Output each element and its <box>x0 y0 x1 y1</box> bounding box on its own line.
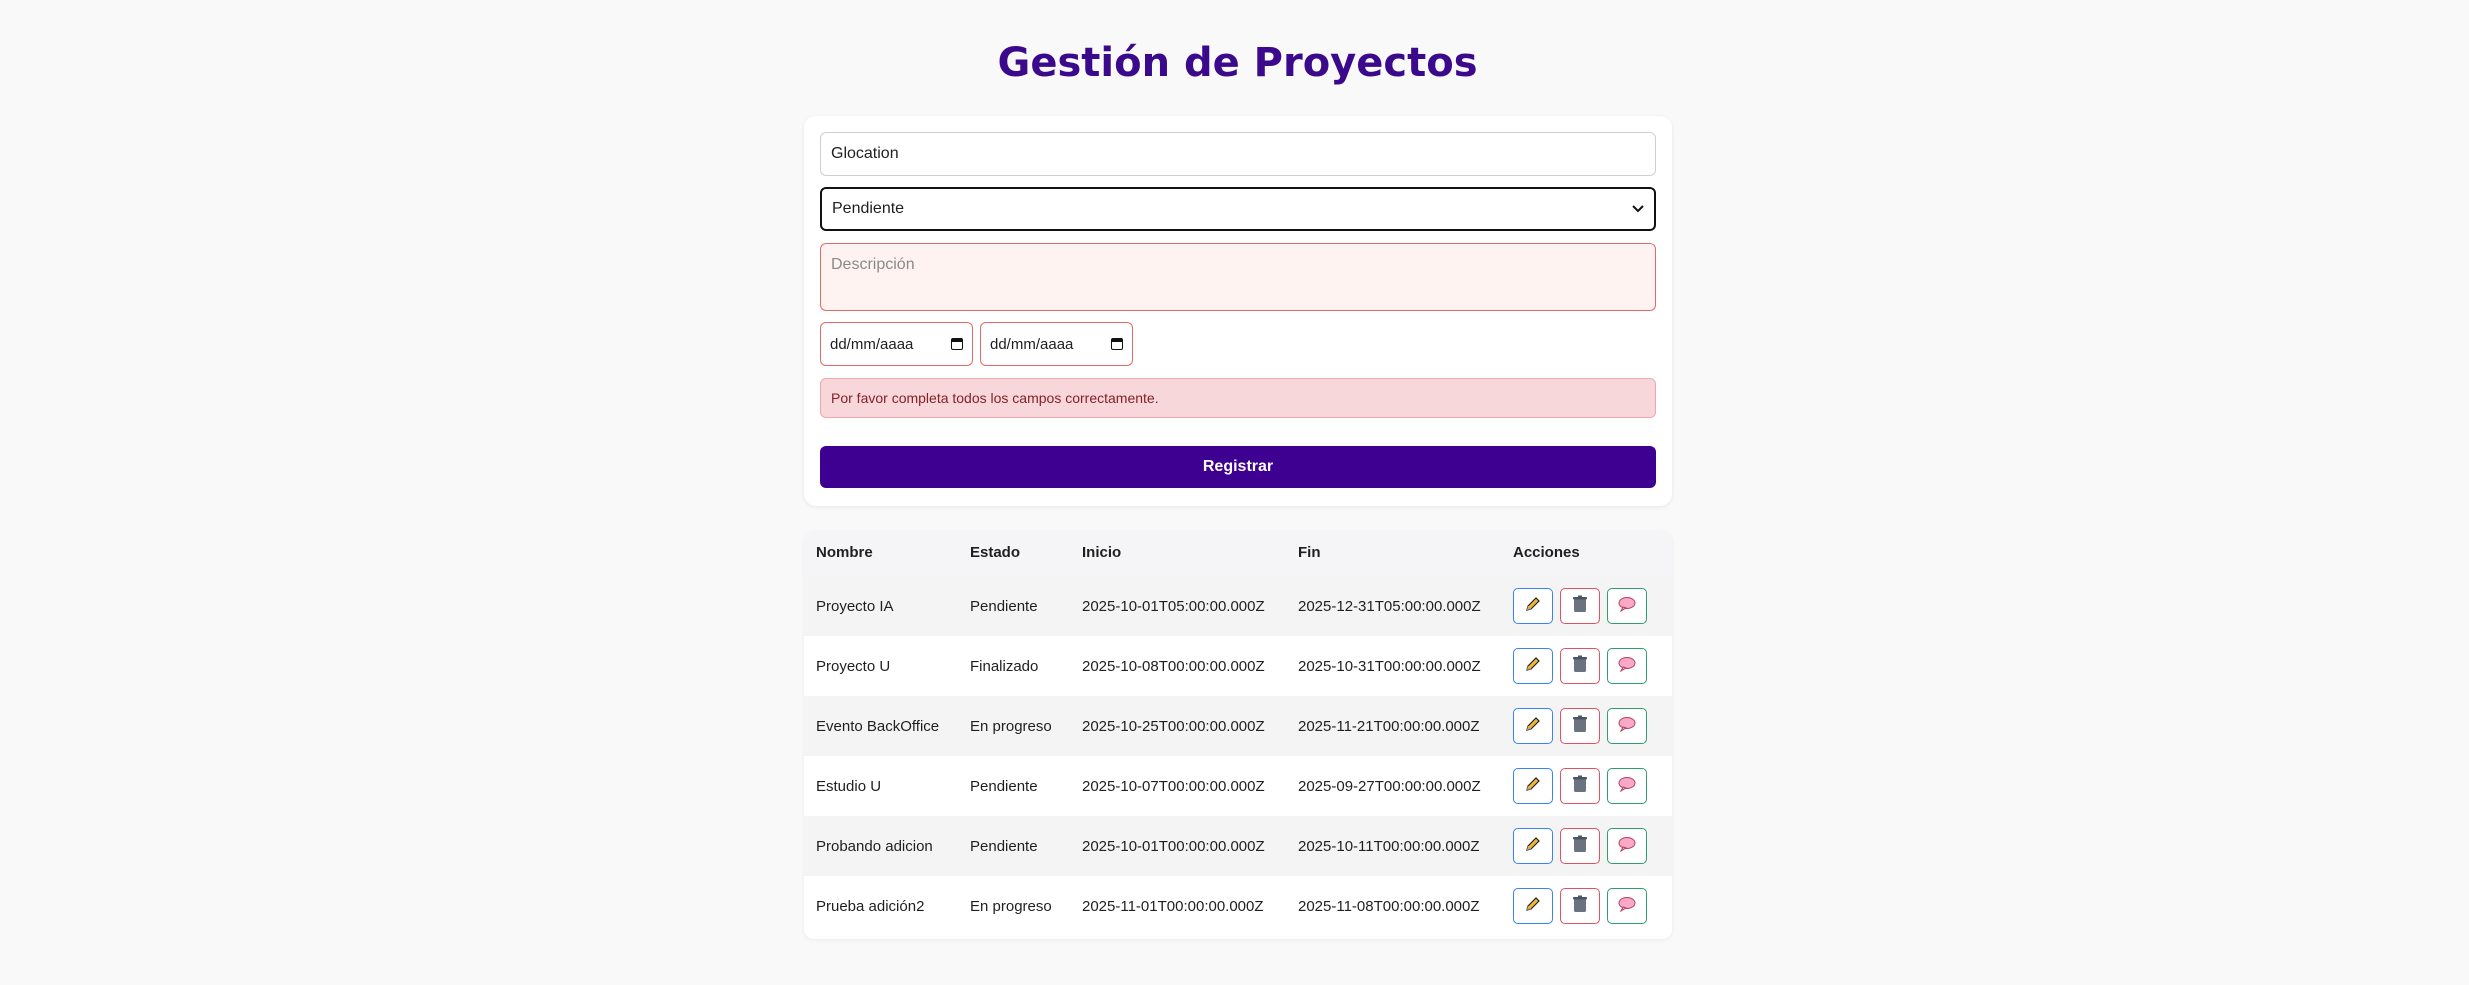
comment-button[interactable] <box>1607 708 1647 744</box>
comment-button[interactable] <box>1607 648 1647 684</box>
description-field[interactable]: Descripción <box>820 243 1656 311</box>
project-form: Pendiente Descripción dd/mm/aaaa dd/mm/a… <box>804 116 1672 506</box>
speech-bubble-icon <box>1618 896 1636 916</box>
trash-icon <box>1572 895 1588 917</box>
pencil-icon <box>1524 835 1542 857</box>
speech-bubble-icon <box>1618 776 1636 796</box>
table-row: Estudio U Pendiente 2025-10-07T00:00:00.… <box>804 756 1672 816</box>
table-row: Evento BackOffice En progreso 2025-10-25… <box>804 696 1672 756</box>
cell-start: 2025-10-01T05:00:00.000Z <box>1082 597 1265 615</box>
delete-button[interactable] <box>1560 648 1600 684</box>
cell-end: 2025-10-31T00:00:00.000Z <box>1298 657 1481 675</box>
column-header-end: Fin <box>1298 544 1321 561</box>
edit-button[interactable] <box>1513 768 1553 804</box>
cell-end: 2025-09-27T00:00:00.000Z <box>1298 777 1481 795</box>
speech-bubble-icon <box>1618 656 1636 676</box>
cell-start: 2025-10-01T00:00:00.000Z <box>1082 837 1265 855</box>
cell-actions <box>1513 708 1647 744</box>
projects-table: Nombre Estado Inicio Fin Acciones Proyec… <box>804 531 1672 939</box>
cell-name: Estudio U <box>816 777 882 795</box>
cell-start: 2025-10-07T00:00:00.000Z <box>1082 777 1265 795</box>
error-message: Por favor completa todos los campos corr… <box>820 378 1656 418</box>
comment-button[interactable] <box>1607 828 1647 864</box>
status-select[interactable]: Pendiente <box>820 187 1656 231</box>
trash-icon <box>1572 655 1588 677</box>
cell-status: Finalizado <box>970 657 1039 675</box>
project-name-input[interactable] <box>820 132 1656 176</box>
pencil-icon <box>1524 895 1542 917</box>
start-date-placeholder: dd/mm/aaaa <box>830 335 914 353</box>
cell-actions <box>1513 648 1647 684</box>
trash-icon <box>1572 835 1588 857</box>
delete-button[interactable] <box>1560 768 1600 804</box>
cell-start: 2025-10-25T00:00:00.000Z <box>1082 717 1265 735</box>
column-header-actions: Acciones <box>1513 544 1580 561</box>
comment-button[interactable] <box>1607 888 1647 924</box>
column-header-status: Estado <box>970 544 1021 561</box>
table-row: Proyecto IA Pendiente 2025-10-01T05:00:0… <box>804 576 1672 636</box>
status-select-value: Pendiente <box>832 200 905 217</box>
delete-button[interactable] <box>1560 708 1600 744</box>
cell-actions <box>1513 828 1647 864</box>
register-button[interactable]: Registrar <box>820 446 1656 488</box>
cell-name: Proyecto IA <box>816 597 894 615</box>
chevron-down-icon <box>1632 202 1644 216</box>
cell-actions <box>1513 588 1647 624</box>
delete-button[interactable] <box>1560 888 1600 924</box>
column-header-name: Nombre <box>816 544 873 561</box>
speech-bubble-icon <box>1618 836 1636 856</box>
cell-status: En progreso <box>970 717 1052 735</box>
speech-bubble-icon <box>1618 716 1636 736</box>
end-date-field[interactable]: dd/mm/aaaa <box>980 322 1133 366</box>
trash-icon <box>1572 715 1588 737</box>
page: Gestión de Proyectos Pendiente Descripci… <box>0 0 2469 985</box>
cell-name: Evento BackOffice <box>816 717 940 735</box>
pencil-icon <box>1524 775 1542 797</box>
cell-end: 2025-10-11T00:00:00.000Z <box>1298 837 1480 855</box>
edit-button[interactable] <box>1513 708 1553 744</box>
edit-button[interactable] <box>1513 828 1553 864</box>
cell-name: Probando adicion <box>816 837 933 855</box>
table-row: Proyecto U Finalizado 2025-10-08T00:00:0… <box>804 636 1672 696</box>
edit-button[interactable] <box>1513 648 1553 684</box>
table-row: Prueba adición2 En progreso 2025-11-01T0… <box>804 876 1672 936</box>
cell-start: 2025-10-08T00:00:00.000Z <box>1082 657 1265 675</box>
calendar-icon[interactable] <box>951 338 963 350</box>
pencil-icon <box>1524 715 1542 737</box>
cell-end: 2025-11-21T00:00:00.000Z <box>1298 717 1480 735</box>
cell-status: Pendiente <box>970 777 1038 795</box>
pencil-icon <box>1524 655 1542 677</box>
cell-status: Pendiente <box>970 837 1038 855</box>
cell-end: 2025-11-08T00:00:00.000Z <box>1298 897 1480 915</box>
edit-button[interactable] <box>1513 588 1553 624</box>
cell-status: En progreso <box>970 897 1052 915</box>
cell-start: 2025-11-01T00:00:00.000Z <box>1082 897 1264 915</box>
trash-icon <box>1572 775 1588 797</box>
comment-button[interactable] <box>1607 768 1647 804</box>
page-title: Gestión de Proyectos <box>997 40 1478 86</box>
calendar-icon[interactable] <box>1111 338 1123 350</box>
cell-status: Pendiente <box>970 597 1038 615</box>
start-date-field[interactable]: dd/mm/aaaa <box>820 322 973 366</box>
cell-actions <box>1513 768 1647 804</box>
speech-bubble-icon <box>1618 596 1636 616</box>
comment-button[interactable] <box>1607 588 1647 624</box>
pencil-icon <box>1524 595 1542 617</box>
delete-button[interactable] <box>1560 828 1600 864</box>
table-header: Nombre Estado Inicio Fin Acciones <box>804 531 1672 576</box>
cell-actions <box>1513 888 1647 924</box>
delete-button[interactable] <box>1560 588 1600 624</box>
cell-name: Proyecto U <box>816 657 891 675</box>
trash-icon <box>1572 595 1588 617</box>
cell-name: Prueba adición2 <box>816 897 925 915</box>
end-date-placeholder: dd/mm/aaaa <box>990 335 1074 353</box>
column-header-start: Inicio <box>1082 544 1122 561</box>
edit-button[interactable] <box>1513 888 1553 924</box>
table-row: Probando adicion Pendiente 2025-10-01T00… <box>804 816 1672 876</box>
cell-end: 2025-12-31T05:00:00.000Z <box>1298 597 1481 615</box>
